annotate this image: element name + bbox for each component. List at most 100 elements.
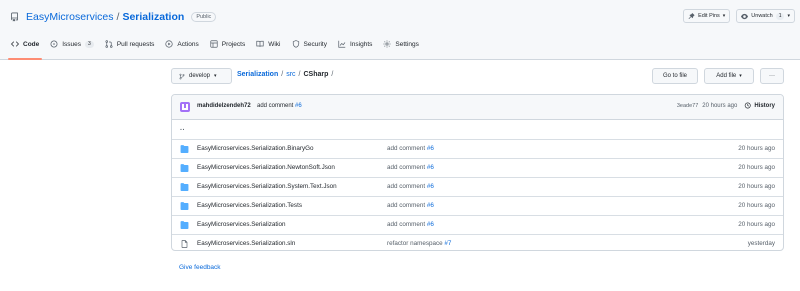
add-file-button[interactable]: Add file ▾ bbox=[704, 68, 754, 84]
chevron-down-icon: ▾ bbox=[214, 73, 217, 79]
file-navigation: develop ▾ Serialization / src / CSharp /… bbox=[171, 68, 784, 85]
commit-issue-link[interactable]: #6 bbox=[427, 145, 434, 152]
kebab-icon: ··· bbox=[769, 73, 775, 79]
commit-age: 20 hours ago bbox=[738, 183, 775, 190]
commit-issue-link[interactable]: #6 bbox=[427, 183, 434, 190]
commit-issue-link[interactable]: #7 bbox=[444, 240, 451, 247]
play-icon bbox=[165, 40, 174, 48]
commit-message-link[interactable]: add comment bbox=[387, 183, 425, 190]
table-row[interactable]: EasyMicroservices.Serialization add comm… bbox=[172, 215, 783, 234]
tab-code[interactable]: Code bbox=[7, 36, 43, 60]
tab-issues[interactable]: Issues 3 bbox=[50, 36, 94, 52]
tab-label: Security bbox=[303, 40, 327, 48]
visibility-badge: Public bbox=[191, 12, 217, 22]
repo-name-link[interactable]: Serialization bbox=[122, 10, 184, 24]
watchers-count: 1 bbox=[775, 12, 785, 20]
more-options-button[interactable]: ··· bbox=[760, 68, 784, 84]
repo-actions: Edit Pins ▾ Unwatch 1 ▾ bbox=[683, 9, 795, 23]
eye-icon bbox=[741, 13, 749, 19]
tab-settings[interactable]: Settings bbox=[383, 36, 419, 52]
file-icon bbox=[181, 240, 188, 248]
commit-message: refactor namespace #7 bbox=[387, 240, 451, 247]
tab-pull-requests[interactable]: Pull requests bbox=[105, 36, 155, 52]
file-list-box: mahdidelzendeh72 add comment #6 3eade77 … bbox=[171, 94, 784, 251]
commit-message-link[interactable]: add comment bbox=[387, 221, 425, 228]
go-to-file-button[interactable]: Go to file bbox=[652, 68, 698, 84]
avatar[interactable] bbox=[180, 102, 190, 112]
chevron-down-icon: ▾ bbox=[739, 73, 742, 79]
folder-icon bbox=[180, 221, 189, 229]
chevron-down-icon: ▾ bbox=[787, 13, 790, 19]
tab-projects[interactable]: Projects bbox=[210, 36, 245, 52]
parent-directory-row[interactable]: .. bbox=[172, 120, 783, 139]
table-row[interactable]: EasyMicroservices.Serialization.Tests ad… bbox=[172, 196, 783, 215]
commit-issue-link[interactable]: #6 bbox=[427, 202, 434, 209]
repo-owner-link[interactable]: EasyMicroservices bbox=[26, 10, 114, 24]
commit-age: 20 hours ago bbox=[738, 221, 775, 228]
table-row[interactable]: EasyMicroservices.Serialization.NewtonSo… bbox=[172, 158, 783, 177]
breadcrumb-current: CSharp bbox=[303, 71, 329, 78]
commit-sha-link[interactable]: 3eade77 bbox=[677, 103, 698, 109]
unwatch-button[interactable]: Unwatch 1 ▾ bbox=[736, 9, 795, 23]
commit-message-link[interactable]: add comment bbox=[387, 145, 425, 152]
commit-age: yesterday bbox=[747, 240, 775, 247]
commit-time: 20 hours ago bbox=[702, 102, 738, 109]
graph-icon bbox=[338, 40, 346, 48]
commit-message-link[interactable]: refactor namespace bbox=[387, 240, 443, 247]
tab-actions[interactable]: Actions bbox=[165, 36, 199, 52]
tab-label: Insights bbox=[349, 40, 373, 48]
commit-issue-link[interactable]: #6 bbox=[427, 164, 434, 171]
give-feedback-link[interactable]: Give feedback bbox=[179, 264, 221, 271]
file-name-link[interactable]: EasyMicroservices.Serialization.BinaryGo bbox=[197, 145, 314, 152]
breadcrumb-separator: / bbox=[298, 71, 301, 78]
file-name-link[interactable]: EasyMicroservices.Serialization.Tests bbox=[197, 202, 302, 209]
commit-issue-link[interactable]: #6 bbox=[427, 221, 434, 228]
commit-message-text[interactable]: add comment bbox=[257, 103, 293, 109]
commit-author-link[interactable]: mahdidelzendeh72 bbox=[197, 103, 251, 109]
table-row[interactable]: EasyMicroservices.Serialization.sln refa… bbox=[172, 234, 783, 250]
git-branch-icon bbox=[179, 73, 185, 79]
commit-message: add comment #6 bbox=[387, 183, 434, 190]
file-nav-buttons: Go to file Add file ▾ ··· bbox=[652, 68, 784, 84]
tab-insights[interactable]: Insights bbox=[338, 36, 372, 52]
commit-message: add comment #6 bbox=[257, 103, 302, 109]
table-row[interactable]: EasyMicroservices.Serialization.System.T… bbox=[172, 177, 783, 196]
tab-label: Issues bbox=[62, 40, 82, 48]
commit-message: add comment #6 bbox=[387, 221, 434, 228]
latest-commit-bar: mahdidelzendeh72 add comment #6 3eade77 … bbox=[172, 95, 783, 120]
commit-age: 20 hours ago bbox=[738, 145, 775, 152]
tab-label: Settings bbox=[395, 40, 419, 48]
shield-icon bbox=[292, 40, 299, 48]
commit-message-link[interactable]: add comment bbox=[387, 202, 425, 209]
commit-meta: 3eade77 20 hours ago History bbox=[677, 102, 775, 109]
commit-message: add comment #6 bbox=[387, 202, 434, 209]
file-name-link[interactable]: EasyMicroservices.Serialization.System.T… bbox=[197, 183, 337, 190]
repo-icon bbox=[11, 12, 18, 22]
file-name-link[interactable]: EasyMicroservices.Serialization.NewtonSo… bbox=[197, 164, 335, 171]
breadcrumb-root-link[interactable]: Serialization bbox=[237, 71, 278, 78]
file-name-link[interactable]: EasyMicroservices.Serialization bbox=[197, 221, 286, 228]
tab-label: Actions bbox=[177, 40, 199, 48]
tab-label: Code bbox=[23, 40, 40, 48]
commit-message: add comment #6 bbox=[387, 164, 434, 171]
branch-select-button[interactable]: develop ▾ bbox=[171, 68, 232, 84]
file-name-link[interactable]: EasyMicroservices.Serialization.sln bbox=[197, 240, 295, 247]
commit-issue-link[interactable]: #6 bbox=[295, 103, 302, 109]
tab-label: Pull requests bbox=[116, 40, 155, 48]
parent-directory-link[interactable]: .. bbox=[180, 125, 185, 132]
breadcrumb-src-link[interactable]: src bbox=[286, 71, 295, 78]
history-clock-icon bbox=[745, 102, 751, 109]
tab-wiki[interactable]: Wiki bbox=[256, 36, 281, 52]
repo-title: EasyMicroservices / Serialization Public bbox=[10, 10, 217, 24]
history-label: History bbox=[754, 102, 775, 109]
history-link[interactable]: History bbox=[744, 102, 775, 109]
folder-icon bbox=[180, 202, 189, 210]
table-row[interactable]: EasyMicroservices.Serialization.BinaryGo… bbox=[172, 139, 783, 158]
pull-request-icon bbox=[105, 40, 113, 48]
edit-pins-button[interactable]: Edit Pins ▾ bbox=[683, 9, 731, 23]
project-table-icon bbox=[210, 40, 218, 48]
breadcrumb: Serialization / src / CSharp / bbox=[237, 71, 336, 78]
commit-message-link[interactable]: add comment bbox=[387, 164, 425, 171]
tab-security[interactable]: Security bbox=[292, 36, 327, 52]
commit-age: 20 hours ago bbox=[738, 164, 775, 171]
